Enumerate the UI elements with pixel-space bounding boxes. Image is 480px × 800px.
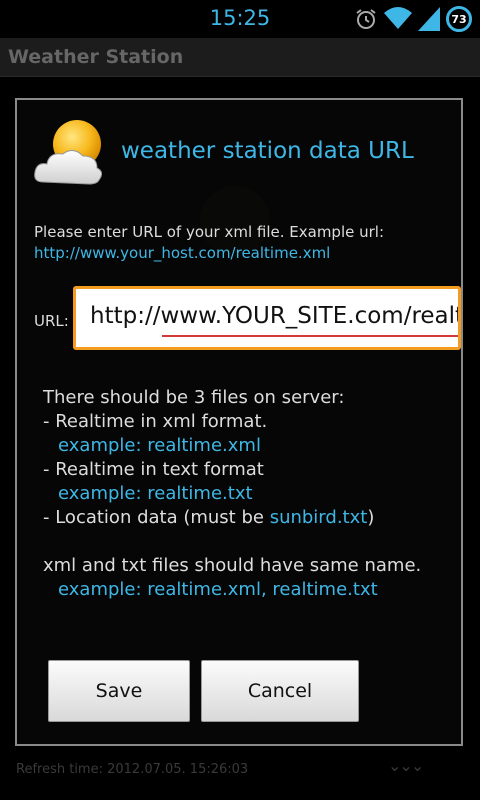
spellcheck-underline [162, 335, 458, 337]
same-name-example: example: realtime.xml, realtime.txt [58, 579, 378, 600]
info-item-xml-example: example: realtime.xml [58, 435, 261, 456]
refresh-time: Refresh time: 2012.07.05. 15:26:03 [16, 762, 249, 777]
info-item-xml: - Realtime in xml format. [43, 411, 268, 432]
info-item-location-file: sunbird.txt [269, 507, 368, 528]
status-icons: 73 [354, 6, 472, 32]
url-input[interactable]: http://www.YOUR_SITE.com/realtime.xml [73, 286, 461, 350]
url-label: URL: [34, 312, 69, 330]
server-files-info: There should be 3 files on server: - Rea… [43, 386, 421, 602]
status-bar: 15:25 73 [0, 0, 480, 38]
app-title-bar: Weather Station [0, 38, 480, 77]
info-item-txt-example: example: realtime.txt [58, 483, 253, 504]
save-button[interactable]: Save [48, 660, 190, 722]
cancel-button[interactable]: Cancel [201, 660, 359, 722]
info-item-location: - Location data (must be sunbird.txt) [43, 506, 421, 530]
signal-icon [418, 7, 440, 31]
battery-level: 73 [451, 12, 467, 26]
info-item-location-suffix: ) [367, 507, 375, 528]
intro-line: Please enter URL of your xml file. Examp… [34, 223, 385, 241]
info-item-location-prefix: - Location data (must be [43, 507, 270, 528]
weather-sun-cloud-icon [34, 120, 103, 185]
example-url-link[interactable]: http://www.your_host.com/realtime.xml [34, 243, 384, 264]
intro-text: Please enter URL of your xml file. Examp… [34, 222, 384, 264]
battery-icon: 73 [446, 6, 472, 32]
url-input-value: http://www.YOUR_SITE.com/realtime.xml [90, 303, 458, 329]
dialog-title: weather station data URL [121, 138, 414, 164]
wifi-icon [384, 7, 412, 29]
info-item-txt: - Realtime in text format [43, 459, 264, 480]
same-name-note: xml and txt files should have same name. [43, 555, 422, 576]
info-heading: There should be 3 files on server: [43, 387, 345, 408]
url-dialog: weather station data URL Please enter UR… [15, 98, 463, 746]
expand-arrows-icon: ⌄⌄⌄ [388, 756, 424, 775]
app-title: Weather Station [8, 46, 184, 68]
alarm-icon [356, 9, 376, 29]
